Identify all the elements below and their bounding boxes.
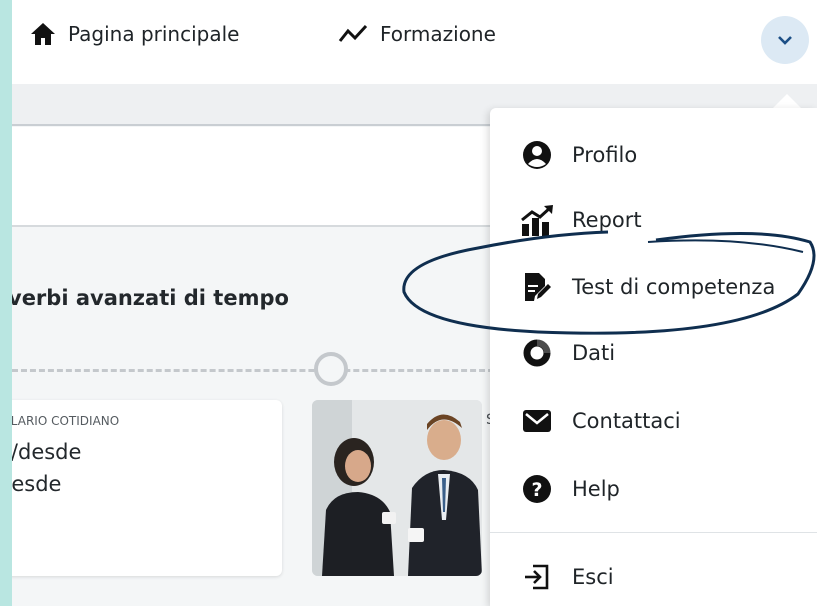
menu-item-contact[interactable]: Contattaci <box>520 404 681 438</box>
app-window: Pagina principale Formazione verbi avanz… <box>12 0 817 606</box>
dropdown-pointer <box>773 94 801 108</box>
menu-item-label: Esci <box>572 565 614 589</box>
account-dropdown-menu: Profilo Report Test di competenza Dati C… <box>490 108 817 606</box>
nav-training-link[interactable]: Formazione <box>338 22 496 46</box>
progress-timeline <box>12 369 512 372</box>
card-category: ULARIO COTIDIANO <box>12 414 120 428</box>
nav-training-label: Formazione <box>380 22 496 46</box>
account-menu-toggle[interactable] <box>761 16 809 64</box>
user-circle-icon <box>520 138 554 172</box>
menu-item-label: Test di competenza <box>572 275 776 299</box>
envelope-icon <box>520 404 554 438</box>
nav-home-label: Pagina principale <box>68 22 240 46</box>
vocab-card[interactable]: ULARIO COTIDIANO e/desde desde <box>12 400 282 576</box>
menu-item-skill-test[interactable]: Test di competenza <box>520 270 775 304</box>
document-edit-icon <box>520 270 554 304</box>
home-icon <box>31 23 55 45</box>
conversation-photo[interactable] <box>312 400 482 576</box>
card-line-1: e/desde <box>12 440 82 464</box>
top-navigation-bar: Pagina principale Formazione <box>12 0 817 84</box>
section-title: verbi avanzati di tempo <box>12 286 289 310</box>
card-line-2: desde <box>12 472 62 496</box>
svg-text:?: ? <box>531 479 542 501</box>
menu-item-label: Help <box>572 477 620 501</box>
question-circle-icon: ? <box>520 472 554 506</box>
menu-item-help[interactable]: ? Help <box>520 472 620 506</box>
chevron-down-icon <box>778 36 792 45</box>
menu-item-label: Dati <box>572 341 616 365</box>
menu-item-label: Contattaci <box>572 409 681 433</box>
logout-icon <box>520 560 554 594</box>
menu-item-label: Profilo <box>572 143 638 167</box>
menu-item-logout[interactable]: Esci <box>520 560 614 594</box>
menu-divider <box>490 532 817 533</box>
chart-growth-icon <box>520 203 554 237</box>
menu-item-data[interactable]: Dati <box>520 336 615 370</box>
menu-item-label: Report <box>572 208 642 232</box>
people-photo-illustration <box>312 400 482 576</box>
timeline-node[interactable] <box>314 352 348 386</box>
donut-chart-icon <box>520 336 554 370</box>
trend-line-icon <box>338 24 368 42</box>
menu-item-report[interactable]: Report <box>520 203 642 237</box>
nav-home-link[interactable]: Pagina principale <box>30 22 239 46</box>
menu-item-profile[interactable]: Profilo <box>520 138 637 172</box>
